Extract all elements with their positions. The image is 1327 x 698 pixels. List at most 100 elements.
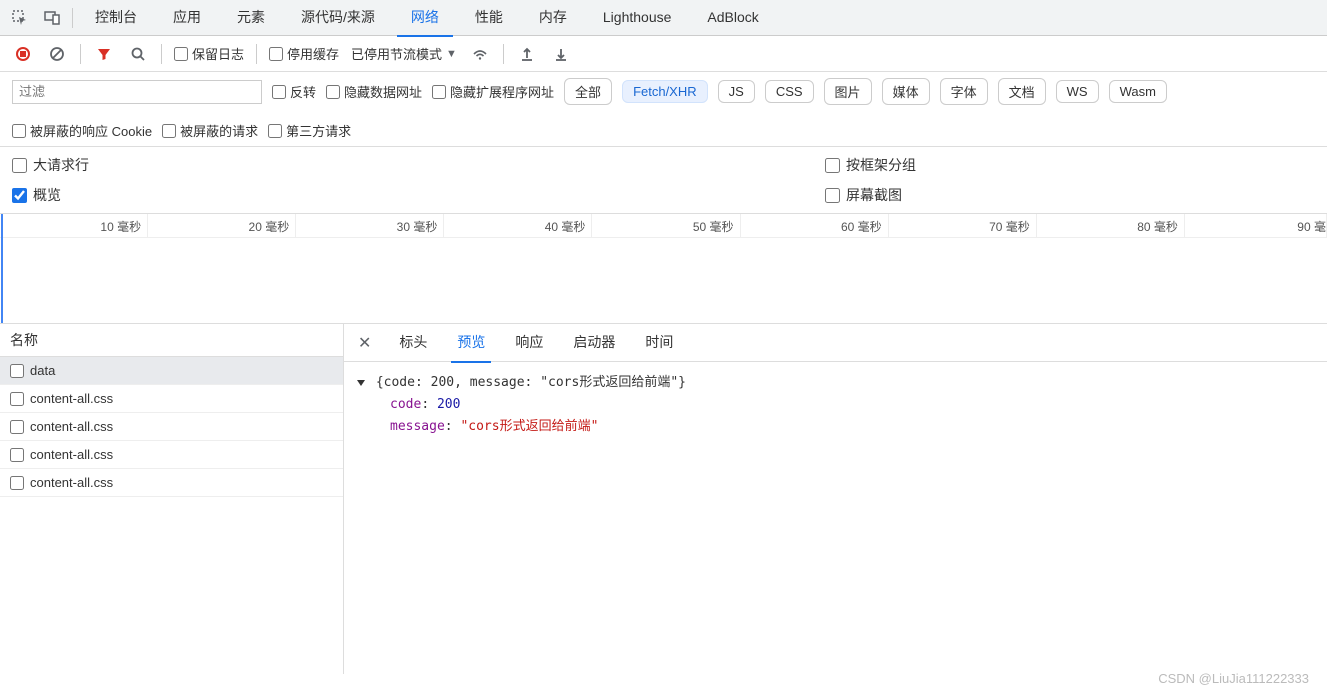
- hide-ext-label: 隐藏扩展程序网址: [450, 82, 554, 101]
- timeline-tick: 40 毫秒: [444, 214, 592, 237]
- detail-tab-response[interactable]: 响应: [509, 323, 549, 363]
- third-party-checkbox[interactable]: 第三方请求: [268, 121, 351, 140]
- type-font[interactable]: 字体: [940, 78, 988, 105]
- large-rows-checkbox[interactable]: 大请求行: [12, 155, 825, 175]
- blocked-cookies-checkbox[interactable]: 被屏蔽的响应 Cookie: [12, 121, 152, 140]
- record-icon[interactable]: [12, 43, 34, 65]
- tab-lighthouse[interactable]: Lighthouse: [589, 1, 686, 35]
- screenshots-label: 屏幕截图: [846, 185, 902, 205]
- blocked-requests-checkbox[interactable]: 被屏蔽的请求: [162, 121, 258, 140]
- tab-application[interactable]: 应用: [159, 0, 215, 37]
- type-wasm[interactable]: Wasm: [1109, 80, 1167, 103]
- preserve-log-checkbox[interactable]: 保留日志: [174, 44, 244, 63]
- watermark: CSDN @LiuJia111222333: [1158, 671, 1309, 686]
- preview-summary-line[interactable]: {code: 200, message: "cors形式返回给前端"}: [358, 372, 1313, 394]
- detail-tab-preview[interactable]: 预览: [451, 323, 491, 363]
- network-toolbar: 保留日志 停用缓存 已停用节流模式 ▼: [0, 36, 1327, 72]
- upload-icon[interactable]: [516, 43, 538, 65]
- request-row[interactable]: content-all.css: [0, 385, 343, 413]
- large-rows-label: 大请求行: [33, 155, 89, 175]
- type-fetch-xhr[interactable]: Fetch/XHR: [622, 80, 708, 103]
- preview-key: message: [390, 419, 445, 434]
- overview-label: 概览: [33, 185, 61, 205]
- type-img[interactable]: 图片: [824, 78, 872, 105]
- timeline-tick: 30 毫秒: [296, 214, 444, 237]
- disable-cache-label: 停用缓存: [287, 44, 339, 63]
- group-by-frame-label: 按框架分组: [846, 155, 916, 175]
- type-css[interactable]: CSS: [765, 80, 814, 103]
- request-row[interactable]: content-all.css: [0, 469, 343, 497]
- network-timeline[interactable]: 10 毫秒 20 毫秒 30 毫秒 40 毫秒 50 毫秒 60 毫秒 70 毫…: [0, 214, 1327, 324]
- tab-elements[interactable]: 元素: [223, 0, 279, 37]
- device-toolbar-icon[interactable]: [40, 6, 64, 30]
- filter-icon[interactable]: [93, 43, 115, 65]
- search-icon[interactable]: [127, 43, 149, 65]
- type-doc[interactable]: 文档: [998, 78, 1046, 105]
- hide-extension-urls-checkbox[interactable]: 隐藏扩展程序网址: [432, 82, 554, 101]
- timeline-tick: 80 毫秒: [1037, 214, 1185, 237]
- tab-sources[interactable]: 源代码/来源: [287, 0, 389, 37]
- throttling-label: 已停用节流模式: [351, 44, 442, 63]
- divider: [256, 44, 257, 64]
- timeline-tick: 60 毫秒: [741, 214, 889, 237]
- invert-label: 反转: [290, 82, 316, 101]
- group-by-frame-checkbox[interactable]: 按框架分组: [825, 155, 1315, 175]
- preview-property: code: 200: [390, 394, 1313, 416]
- timeline-tick: 70 毫秒: [889, 214, 1037, 237]
- preview-property: message: "cors形式返回给前端": [390, 416, 1313, 438]
- disable-cache-checkbox[interactable]: 停用缓存: [269, 44, 339, 63]
- preview-value: "cors形式返回给前端": [460, 419, 598, 434]
- request-name: content-all.css: [30, 475, 113, 490]
- timeline-tick: 20 毫秒: [148, 214, 296, 237]
- invert-checkbox[interactable]: 反转: [272, 82, 316, 101]
- download-icon[interactable]: [550, 43, 572, 65]
- inspect-icon[interactable]: [8, 6, 32, 30]
- timeline-tick: 10 毫秒: [0, 214, 148, 237]
- preserve-log-label: 保留日志: [192, 44, 244, 63]
- tab-performance[interactable]: 性能: [461, 0, 517, 37]
- close-icon[interactable]: ✕: [354, 329, 375, 357]
- request-detail-pane: ✕ 标头 预览 响应 启动器 时间 {code: 200, message: "…: [344, 324, 1327, 674]
- filter-input[interactable]: [12, 80, 262, 104]
- type-media[interactable]: 媒体: [882, 78, 930, 105]
- preview-summary: {code: 200, message: "cors形式返回给前端"}: [376, 375, 686, 390]
- expand-arrow-icon[interactable]: [357, 380, 365, 386]
- divider: [80, 44, 81, 64]
- request-list-pane: 名称 data content-all.css content-all.css …: [0, 324, 344, 674]
- wifi-icon[interactable]: [469, 43, 491, 65]
- chevron-down-icon: ▼: [446, 48, 457, 60]
- clear-icon[interactable]: [46, 43, 68, 65]
- preview-key: code: [390, 397, 421, 412]
- divider: [161, 44, 162, 64]
- overview-checkbox[interactable]: 概览: [12, 185, 825, 205]
- divider: [72, 8, 73, 28]
- request-row[interactable]: content-all.css: [0, 413, 343, 441]
- network-detail-split: 名称 data content-all.css content-all.css …: [0, 324, 1327, 674]
- network-filter-bar: 反转 隐藏数据网址 隐藏扩展程序网址 全部 Fetch/XHR JS CSS 图…: [0, 72, 1327, 147]
- throttling-select[interactable]: 已停用节流模式 ▼: [351, 44, 457, 63]
- request-name: content-all.css: [30, 419, 113, 434]
- tab-adblock[interactable]: AdBlock: [693, 1, 772, 35]
- request-list-header: 名称: [0, 324, 343, 357]
- tab-network[interactable]: 网络: [397, 0, 453, 37]
- request-name: content-all.css: [30, 391, 113, 406]
- third-party-label: 第三方请求: [286, 121, 351, 140]
- detail-tab-headers[interactable]: 标头: [393, 323, 433, 363]
- request-row[interactable]: data: [0, 357, 343, 385]
- detail-tab-initiator[interactable]: 启动器: [567, 323, 621, 363]
- detail-tab-timing[interactable]: 时间: [639, 323, 679, 363]
- response-preview: {code: 200, message: "cors形式返回给前端"} code…: [344, 362, 1327, 448]
- timeline-tick: 90 毫: [1185, 214, 1327, 237]
- tab-memory[interactable]: 内存: [525, 0, 581, 37]
- type-js[interactable]: JS: [718, 80, 755, 103]
- request-row[interactable]: content-all.css: [0, 441, 343, 469]
- timeline-marker: [1, 214, 3, 323]
- hide-data-urls-checkbox[interactable]: 隐藏数据网址: [326, 82, 422, 101]
- network-options-bar: 大请求行 概览 按框架分组 屏幕截图: [0, 147, 1327, 214]
- type-all[interactable]: 全部: [564, 78, 612, 105]
- type-ws[interactable]: WS: [1056, 80, 1099, 103]
- timeline-ticks: 10 毫秒 20 毫秒 30 毫秒 40 毫秒 50 毫秒 60 毫秒 70 毫…: [0, 214, 1327, 238]
- screenshots-checkbox[interactable]: 屏幕截图: [825, 185, 1315, 205]
- tab-console[interactable]: 控制台: [81, 0, 151, 37]
- timeline-tick: 50 毫秒: [592, 214, 740, 237]
